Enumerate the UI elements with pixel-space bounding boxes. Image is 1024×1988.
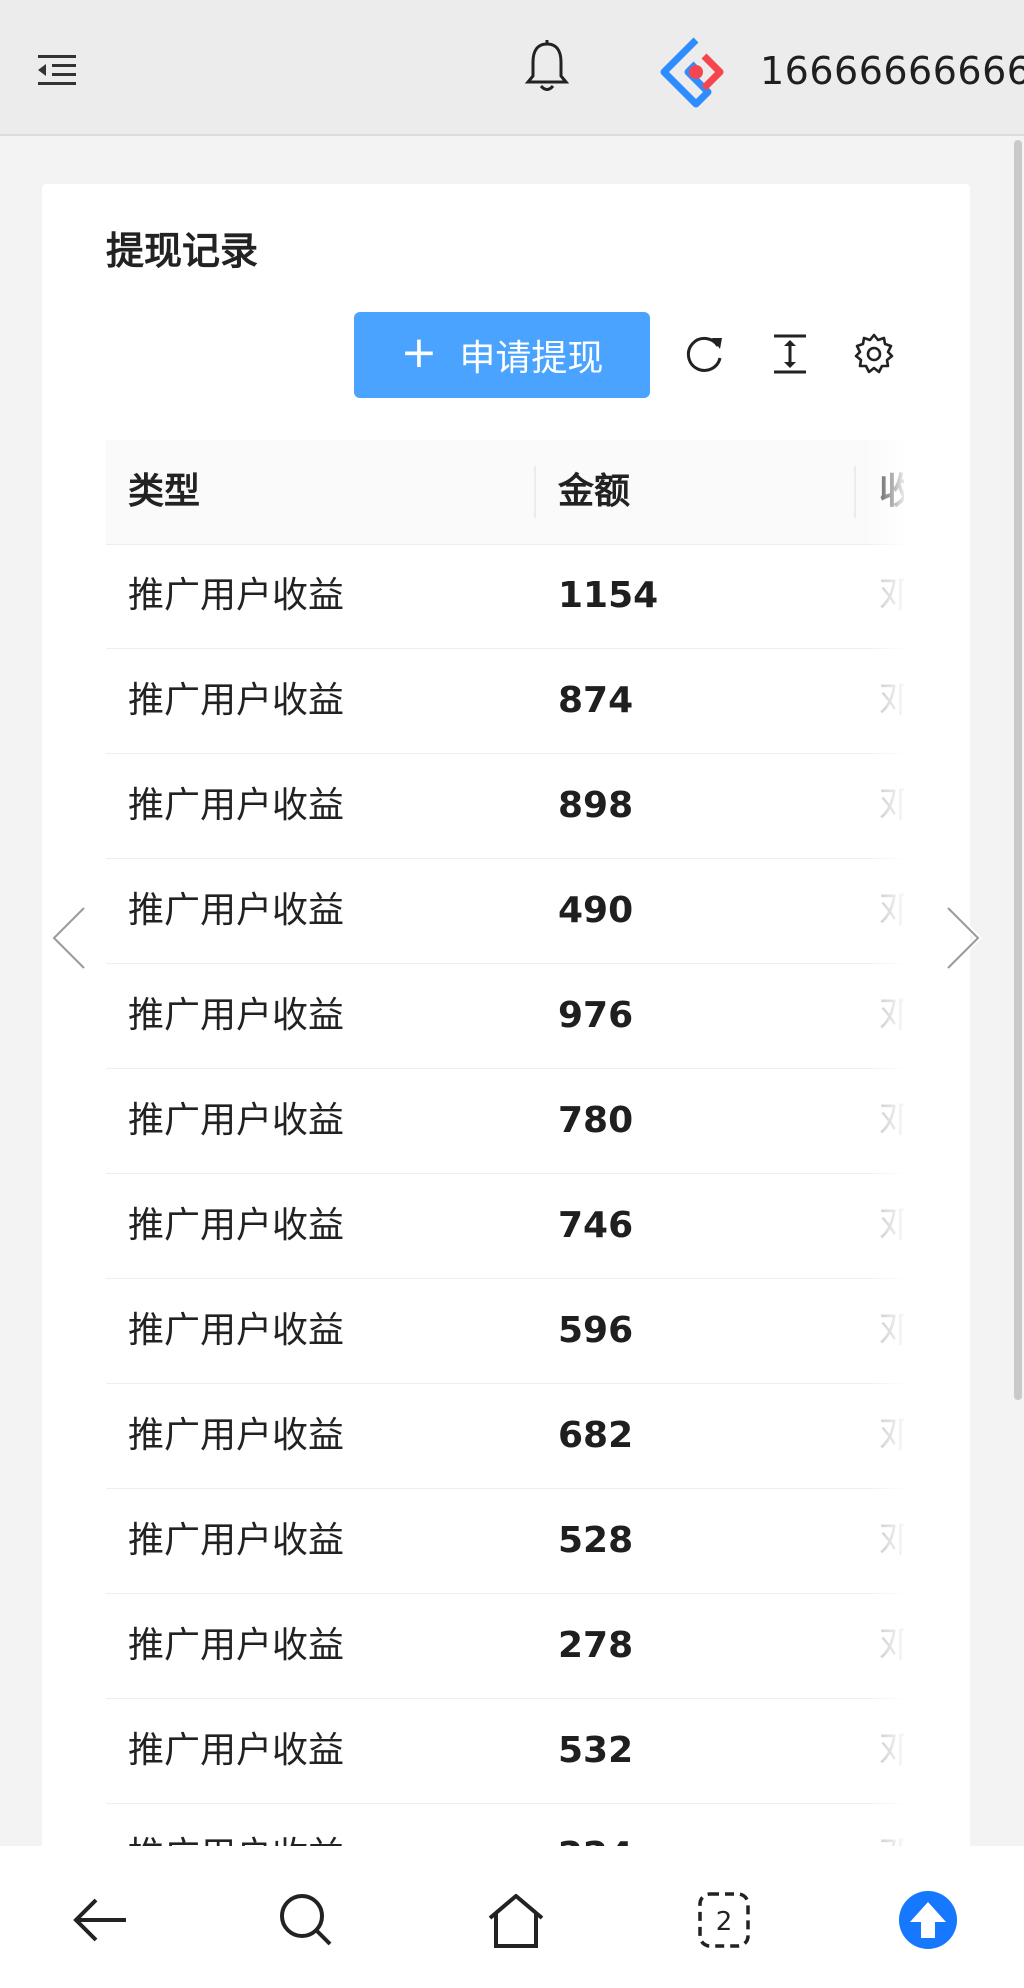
ant-design-logo bbox=[660, 37, 724, 108]
settings-icon[interactable] bbox=[852, 332, 896, 376]
cell-type: 推广用户收益 bbox=[128, 1205, 345, 1246]
table-row[interactable]: 推广用户收益596邓 bbox=[106, 1279, 904, 1384]
cell-type: 推广用户收益 bbox=[128, 995, 345, 1036]
page-scrollbar[interactable] bbox=[1014, 140, 1022, 1400]
cell-amount: 528 bbox=[558, 1520, 634, 1561]
cell-type: 推广用户收益 bbox=[128, 1520, 345, 1561]
table-row[interactable]: 推广用户收益874邓 bbox=[106, 649, 904, 754]
apply-withdraw-button[interactable]: + 申请提现 bbox=[354, 312, 650, 398]
back-icon[interactable] bbox=[70, 1890, 130, 1950]
cell-type: 推广用户收益 bbox=[128, 680, 345, 721]
cell-amount: 976 bbox=[558, 995, 634, 1036]
cell-amount: 532 bbox=[558, 1730, 634, 1771]
cell-type: 推广用户收益 bbox=[128, 575, 345, 616]
table-body: 推广用户收益1154邓推广用户收益874邓推广用户收益898邓推广用户收益490… bbox=[106, 544, 904, 1880]
table-row[interactable]: 推广用户收益278邓 bbox=[106, 1594, 904, 1699]
table-row[interactable]: 推广用户收益528邓 bbox=[106, 1489, 904, 1594]
cell-amount: 1154 bbox=[558, 575, 659, 616]
withdraw-records-card: 提现记录 + 申请提现 类型 金额 收 推广用户收益1154邓推广用户收益874… bbox=[42, 184, 970, 1884]
cell-amount: 278 bbox=[558, 1625, 634, 1666]
search-icon[interactable] bbox=[276, 1890, 336, 1950]
bell-icon[interactable] bbox=[524, 40, 570, 94]
cell-amount: 746 bbox=[558, 1205, 634, 1246]
cell-amount: 898 bbox=[558, 785, 634, 826]
tabs-count: 2 bbox=[716, 1907, 733, 1937]
home-icon[interactable] bbox=[486, 1890, 546, 1950]
page-title: 提现记录 bbox=[106, 229, 259, 273]
column-height-icon[interactable] bbox=[768, 332, 812, 376]
cell-amount: 490 bbox=[558, 890, 634, 931]
tabs-icon[interactable]: 2 bbox=[694, 1890, 754, 1950]
table-row[interactable]: 推广用户收益1154邓 bbox=[106, 544, 904, 649]
cell-type: 推广用户收益 bbox=[128, 1310, 345, 1351]
cell-amount: 874 bbox=[558, 680, 634, 721]
reload-icon[interactable] bbox=[682, 332, 726, 376]
menu-fold-icon[interactable] bbox=[38, 53, 78, 87]
cell-type: 推广用户收益 bbox=[128, 890, 345, 931]
table-row[interactable]: 推广用户收益746邓 bbox=[106, 1174, 904, 1279]
cell-type: 推广用户收益 bbox=[128, 1730, 345, 1771]
plus-icon: + bbox=[400, 327, 438, 378]
cell-type: 推广用户收益 bbox=[128, 1625, 345, 1666]
chevron-right-icon[interactable] bbox=[940, 904, 984, 972]
browser-bottom-nav: 2 bbox=[0, 1846, 1024, 1988]
column-header-type[interactable]: 类型 bbox=[128, 440, 200, 544]
cell-amount: 780 bbox=[558, 1100, 634, 1141]
chevron-left-icon[interactable] bbox=[48, 904, 92, 972]
cell-type: 推广用户收益 bbox=[128, 785, 345, 826]
table-row[interactable]: 推广用户收益898邓 bbox=[106, 754, 904, 859]
table-row[interactable]: 推广用户收益780邓 bbox=[106, 1069, 904, 1174]
column-header-amount[interactable]: 金额 bbox=[558, 440, 630, 544]
records-table: 类型 金额 收 推广用户收益1154邓推广用户收益874邓推广用户收益898邓推… bbox=[106, 440, 904, 1880]
top-header: 16666666666 bbox=[0, 0, 1024, 136]
table-scroll-shadow bbox=[864, 440, 904, 1880]
column-divider[interactable] bbox=[534, 466, 536, 518]
table-header: 类型 金额 收 bbox=[106, 440, 904, 545]
table-row[interactable]: 推广用户收益976邓 bbox=[106, 964, 904, 1069]
cell-amount: 596 bbox=[558, 1310, 634, 1351]
scroll-top-icon[interactable] bbox=[898, 1890, 958, 1950]
table-row[interactable]: 推广用户收益682邓 bbox=[106, 1384, 904, 1489]
cell-type: 推广用户收益 bbox=[128, 1415, 345, 1456]
user-phone[interactable]: 16666666666 bbox=[760, 44, 1024, 98]
cell-type: 推广用户收益 bbox=[128, 1100, 345, 1141]
table-row[interactable]: 推广用户收益490邓 bbox=[106, 859, 904, 964]
column-divider[interactable] bbox=[854, 466, 856, 518]
cell-amount: 682 bbox=[558, 1415, 634, 1456]
apply-withdraw-label: 申请提现 bbox=[459, 338, 604, 379]
table-row[interactable]: 推广用户收益532邓 bbox=[106, 1699, 904, 1804]
